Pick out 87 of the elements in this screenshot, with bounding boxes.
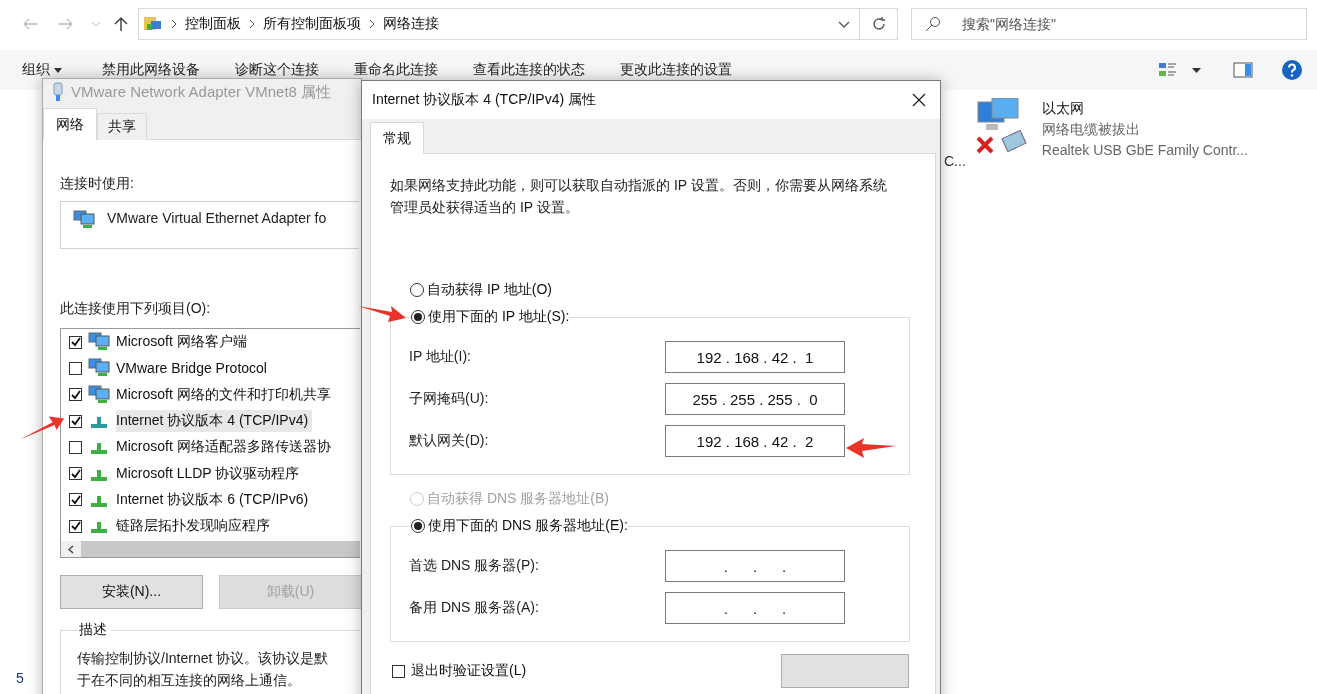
- chevron-down-icon: [91, 21, 101, 27]
- checkbox[interactable]: [69, 335, 82, 349]
- list-item[interactable]: Microsoft 网络的文件和打印机共享: [116, 383, 335, 406]
- network-plug-icon: [53, 82, 63, 102]
- description-text: 于在不同的相互连接的网络上通信。: [77, 671, 302, 691]
- tab[interactable]: 共享: [97, 113, 147, 140]
- checkbox[interactable]: [69, 388, 82, 402]
- checkbox[interactable]: [69, 361, 82, 375]
- chevron-icon: [249, 19, 255, 29]
- search-icon: [925, 16, 941, 32]
- breadcrumb[interactable]: 所有控制面板项: [263, 15, 361, 33]
- caret-icon: [54, 67, 62, 73]
- adapter-name: VMware Virtual Ethernet Adapter fo: [107, 210, 327, 226]
- address-field[interactable]: 192 . 168 . 42 . 2: [665, 425, 845, 457]
- search-field[interactable]: 搜索"网络连接": [911, 8, 1307, 40]
- address-bar[interactable]: 控制面板 所有控制面板项 网络连接: [138, 8, 860, 40]
- dialog-button[interactable]: 安装(N)...: [60, 575, 203, 610]
- intro-text: 如果网络支持此功能，则可以获取自动指派的 IP 设置。否则，你需要从网络系统管理员处获得适当的 IP 设置。: [390, 176, 888, 217]
- address-field[interactable]: . . .: [665, 550, 845, 582]
- left-arrow-icon: [22, 18, 38, 30]
- caret-icon[interactable]: [1192, 67, 1201, 73]
- refresh-icon: [870, 16, 887, 32]
- view-options-icon[interactable]: [1158, 61, 1178, 79]
- address-field[interactable]: 192 . 168 . 42 . 1: [665, 341, 845, 373]
- network-adapter-icon: [88, 384, 110, 405]
- scroll-left-icon[interactable]: [61, 541, 81, 558]
- radio-option[interactable]: 自动获得 IP 地址(O): [410, 281, 552, 299]
- checkbox[interactable]: [69, 414, 82, 428]
- network-adapter-icon: [88, 358, 110, 379]
- list-item[interactable]: Internet 协议版本 6 (TCP/IPv6): [116, 488, 313, 511]
- list-item[interactable]: Microsoft 网络适配器多路传送器协: [116, 436, 335, 459]
- network-adapter-icon: [73, 210, 95, 230]
- list-item[interactable]: Internet 协议版本 4 (TCP/IPv4): [116, 410, 313, 433]
- toolbar-command[interactable]: 查看此连接的状态: [473, 61, 585, 79]
- up-arrow-icon: [114, 16, 128, 32]
- field-label: 此连接使用下列项目(O):: [60, 300, 211, 316]
- field-label: 首选 DNS 服务器(P):: [409, 557, 539, 575]
- address-field[interactable]: 255 . 255 . 255 . 0: [665, 383, 845, 415]
- window-title: Internet 协议版本 4 (TCP/IPv4) 属性: [372, 91, 597, 109]
- group-title: 描述: [78, 621, 108, 640]
- organize-menu[interactable]: 组织: [22, 61, 62, 79]
- toolbar-command[interactable]: 重命名此连接: [354, 61, 438, 79]
- connection-status: 网络电缆被拔出: [1041, 121, 1141, 139]
- chevron-icon: [171, 19, 177, 29]
- chevron-down-icon: [838, 20, 850, 28]
- radio-button[interactable]: [411, 519, 425, 533]
- list-item[interactable]: Microsoft LLDP 协议驱动程序: [116, 462, 304, 485]
- checkbox[interactable]: [392, 664, 405, 678]
- control-panel-icon: [143, 15, 163, 33]
- scrollbar-thumb[interactable]: [81, 541, 360, 558]
- checkbox[interactable]: [69, 519, 82, 533]
- status-text: 5: [16, 670, 24, 686]
- connection-device: Realtek USB GbE Family Contr...: [1041, 142, 1248, 158]
- field-label: IP 地址(I):: [409, 348, 471, 366]
- refresh-button[interactable]: [860, 8, 898, 40]
- toolbar-command[interactable]: 诊断这个连接: [235, 61, 319, 79]
- network-adapter-icon: [88, 332, 110, 353]
- chevron-icon: [369, 19, 375, 29]
- field-label: 子网掩码(U):: [409, 390, 489, 408]
- list-item[interactable]: 链路层拓扑发现响应程序: [116, 515, 274, 538]
- help-icon[interactable]: [1281, 59, 1303, 81]
- toolbar-command[interactable]: 禁用此网络设备: [102, 61, 200, 79]
- address-field[interactable]: . . .: [665, 592, 845, 624]
- checkbox[interactable]: [69, 493, 82, 507]
- right-arrow-icon: [58, 18, 74, 30]
- toolbar-command[interactable]: 更改此连接的设置: [620, 61, 732, 79]
- radio-button[interactable]: [410, 283, 424, 297]
- item-label: C...: [944, 153, 966, 169]
- list-item[interactable]: VMware Bridge Protocol: [116, 358, 271, 379]
- description-text: 传输控制协议/Internet 协议。该协议是默: [77, 649, 330, 669]
- connection-item[interactable]: 以太网 网络电缆被拔出 Realtek USB GbE Family Contr...: [973, 98, 1248, 162]
- tab[interactable]: 常规: [370, 122, 424, 154]
- radio-option[interactable]: 使用下面的 IP 地址(S):: [411, 308, 570, 326]
- breadcrumb[interactable]: 控制面板: [185, 15, 241, 33]
- radio-button[interactable]: [411, 310, 425, 324]
- field-label: 连接时使用:: [60, 175, 134, 191]
- field-label: 备用 DNS 服务器(A):: [409, 599, 539, 617]
- connection-name: 以太网: [1041, 100, 1085, 118]
- tab[interactable]: 网络: [43, 108, 97, 140]
- breadcrumb[interactable]: 网络连接: [383, 15, 439, 33]
- window-title: VMware Network Adapter VMnet8 属性: [71, 82, 332, 102]
- list-item[interactable]: Microsoft 网络客户端: [116, 331, 251, 354]
- checkbox[interactable]: [69, 440, 82, 454]
- preview-pane-icon[interactable]: [1233, 62, 1253, 78]
- checkbox[interactable]: [69, 467, 82, 481]
- radio-option[interactable]: 使用下面的 DNS 服务器地址(E):: [411, 517, 628, 535]
- field-label: 默认网关(D):: [409, 432, 489, 450]
